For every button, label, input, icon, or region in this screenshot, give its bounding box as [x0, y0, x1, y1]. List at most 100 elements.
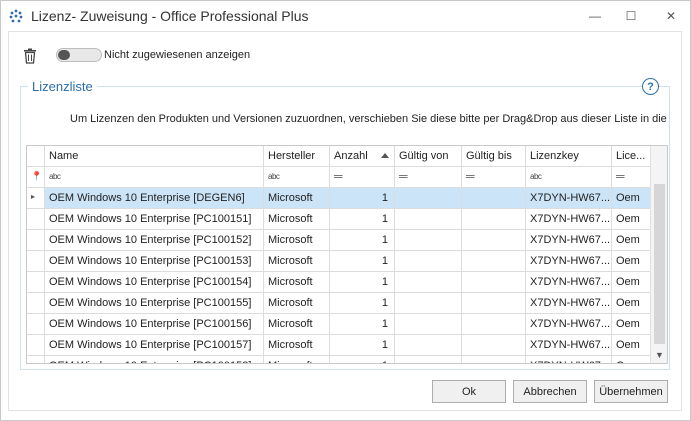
cell-gueltig-bis[interactable] — [462, 335, 526, 356]
cell-hersteller[interactable]: Microsoft — [264, 251, 330, 272]
cell-gueltig-von[interactable] — [395, 209, 462, 230]
cell-lizenzkey[interactable]: X7DYN-HW67... — [526, 356, 612, 363]
cell-hersteller[interactable]: Microsoft — [264, 356, 330, 363]
cell-anzahl[interactable]: 1 — [330, 356, 395, 363]
cell-license[interactable]: Oem — [612, 272, 651, 293]
cell-hersteller[interactable]: Microsoft — [264, 209, 330, 230]
cell-lizenzkey[interactable]: X7DYN-HW67... — [526, 251, 612, 272]
cell-anzahl[interactable]: 1 — [330, 272, 395, 293]
filter-license[interactable]: ═ — [612, 167, 651, 188]
column-header-anzahl[interactable]: Anzahl — [330, 146, 395, 167]
cell-gueltig-bis[interactable] — [462, 209, 526, 230]
close-button[interactable]: ✕ — [658, 5, 684, 27]
maximize-button[interactable]: ☐ — [618, 5, 644, 27]
column-header-hersteller[interactable]: Hersteller — [264, 146, 330, 167]
cell-lizenzkey[interactable]: X7DYN-HW67... — [526, 335, 612, 356]
trash-icon[interactable] — [23, 48, 37, 64]
cell-gueltig-bis[interactable] — [462, 251, 526, 272]
minimize-button[interactable]: — — [582, 5, 608, 27]
cell-gueltig-von[interactable] — [395, 314, 462, 335]
cell-gueltig-bis[interactable] — [462, 293, 526, 314]
filter-gueltig-von[interactable]: ═ — [395, 167, 462, 188]
scroll-down-icon[interactable]: ▼ — [655, 350, 664, 360]
cell-gueltig-bis[interactable] — [462, 230, 526, 251]
cell-anzahl[interactable]: 1 — [330, 230, 395, 251]
column-header-gueltig-bis[interactable]: Gültig bis — [462, 146, 526, 167]
cell-anzahl[interactable]: 1 — [330, 251, 395, 272]
cell-name[interactable]: OEM Windows 10 Enterprise [PC100155] — [45, 293, 264, 314]
table-row[interactable]: OEM Windows 10 Enterprise [PC100152] Micr… — [27, 230, 651, 251]
cell-anzahl[interactable]: 1 — [330, 314, 395, 335]
cell-license[interactable]: Oem — [612, 293, 651, 314]
column-header-license[interactable]: Lice... — [612, 146, 651, 167]
cell-lizenzkey[interactable]: X7DYN-HW67... — [526, 314, 612, 335]
table-row[interactable]: OEM Windows 10 Enterprise [PC100151] Micr… — [27, 209, 651, 230]
table-row[interactable]: OEM Windows 10 Enterprise [PC100157] Micr… — [27, 335, 651, 356]
cell-license[interactable]: Oem — [612, 251, 651, 272]
cell-name[interactable]: OEM Windows 10 Enterprise [PC100157] — [45, 335, 264, 356]
cell-gueltig-von[interactable] — [395, 293, 462, 314]
ok-button[interactable]: Ok — [432, 380, 506, 403]
filter-hersteller[interactable]: abc — [264, 167, 330, 188]
cell-lizenzkey[interactable]: X7DYN-HW67... — [526, 209, 612, 230]
cell-name[interactable]: OEM Windows 10 Enterprise [PC100158] — [45, 356, 264, 363]
filter-pin-icon[interactable]: 📍 — [27, 167, 45, 188]
cell-name[interactable]: OEM Windows 10 Enterprise [PC100153] — [45, 251, 264, 272]
table-row[interactable]: ▸ OEM Windows 10 Enterprise [DEGEN6] Micro… — [27, 188, 651, 209]
cell-hersteller[interactable]: Microsoft — [264, 188, 330, 209]
cell-license[interactable]: Oem — [612, 209, 651, 230]
cell-lizenzkey[interactable]: X7DYN-HW67... — [526, 293, 612, 314]
cell-gueltig-bis[interactable] — [462, 272, 526, 293]
cell-license[interactable]: Oem — [612, 188, 651, 209]
cell-name[interactable]: OEM Windows 10 Enterprise [PC100156] — [45, 314, 264, 335]
vertical-scrollbar[interactable]: ▼ — [650, 146, 667, 363]
cell-hersteller[interactable]: Microsoft — [264, 293, 330, 314]
cell-anzahl[interactable]: 1 — [330, 209, 395, 230]
cell-gueltig-von[interactable] — [395, 230, 462, 251]
cell-anzahl[interactable]: 1 — [330, 293, 395, 314]
help-icon[interactable]: ? — [642, 78, 659, 95]
filter-gueltig-bis[interactable]: ═ — [462, 167, 526, 188]
cell-gueltig-von[interactable] — [395, 251, 462, 272]
cell-gueltig-von[interactable] — [395, 356, 462, 363]
cell-hersteller[interactable]: Microsoft — [264, 272, 330, 293]
cell-gueltig-bis[interactable] — [462, 314, 526, 335]
table-row[interactable]: OEM Windows 10 Enterprise [PC100156] Micr… — [27, 314, 651, 335]
cell-license[interactable]: Oem — [612, 356, 651, 363]
cell-lizenzkey[interactable]: X7DYN-HW67... — [526, 272, 612, 293]
filter-name[interactable]: abc — [45, 167, 264, 188]
cell-gueltig-bis[interactable] — [462, 356, 526, 363]
cell-lizenzkey[interactable]: X7DYN-HW67... — [526, 188, 612, 209]
cell-gueltig-von[interactable] — [395, 335, 462, 356]
table-row[interactable]: OEM Windows 10 Enterprise [PC100158]Micr… — [27, 356, 651, 363]
cell-gueltig-bis[interactable] — [462, 188, 526, 209]
cell-hersteller[interactable]: Microsoft — [264, 335, 330, 356]
filter-anzahl[interactable]: ═ — [330, 167, 395, 188]
cell-anzahl[interactable]: 1 — [330, 335, 395, 356]
cell-gueltig-von[interactable] — [395, 188, 462, 209]
table-row[interactable]: OEM Windows 10 Enterprise [PC100154] Micr… — [27, 272, 651, 293]
column-header-lizenzkey[interactable]: Lizenzkey — [526, 146, 612, 167]
cell-lizenzkey[interactable]: X7DYN-HW67... — [526, 230, 612, 251]
scrollbar-thumb[interactable] — [654, 184, 665, 344]
cell-anzahl[interactable]: 1 — [330, 188, 395, 209]
cell-name[interactable]: OEM Windows 10 Enterprise [DEGEN6] — [45, 188, 264, 209]
show-unassigned-toggle[interactable] — [56, 48, 102, 62]
cell-name[interactable]: OEM Windows 10 Enterprise [PC100151] — [45, 209, 264, 230]
cell-gueltig-von[interactable] — [395, 272, 462, 293]
cell-license[interactable]: Oem — [612, 335, 651, 356]
cancel-button[interactable]: Abbrechen — [513, 380, 587, 403]
table-row[interactable]: OEM Windows 10 Enterprise [PC100153] Micr… — [27, 251, 651, 272]
column-header-name[interactable]: Name — [45, 146, 264, 167]
apply-button[interactable]: Übernehmen — [594, 380, 668, 403]
cell-name[interactable]: OEM Windows 10 Enterprise [PC100154] — [45, 272, 264, 293]
table-row[interactable]: OEM Windows 10 Enterprise [PC100155] Micr… — [27, 293, 651, 314]
cell-name[interactable]: OEM Windows 10 Enterprise [PC100152] — [45, 230, 264, 251]
title-bar[interactable]: Lizenz- Zuweisung - Office Professional … — [1, 1, 690, 32]
filter-lizenzkey[interactable]: abc — [526, 167, 612, 188]
cell-license[interactable]: Oem — [612, 314, 651, 335]
cell-hersteller[interactable]: Microsoft — [264, 314, 330, 335]
cell-license[interactable]: Oem — [612, 230, 651, 251]
cell-hersteller[interactable]: Microsoft — [264, 230, 330, 251]
column-header-gueltig-von[interactable]: Gültig von — [395, 146, 462, 167]
